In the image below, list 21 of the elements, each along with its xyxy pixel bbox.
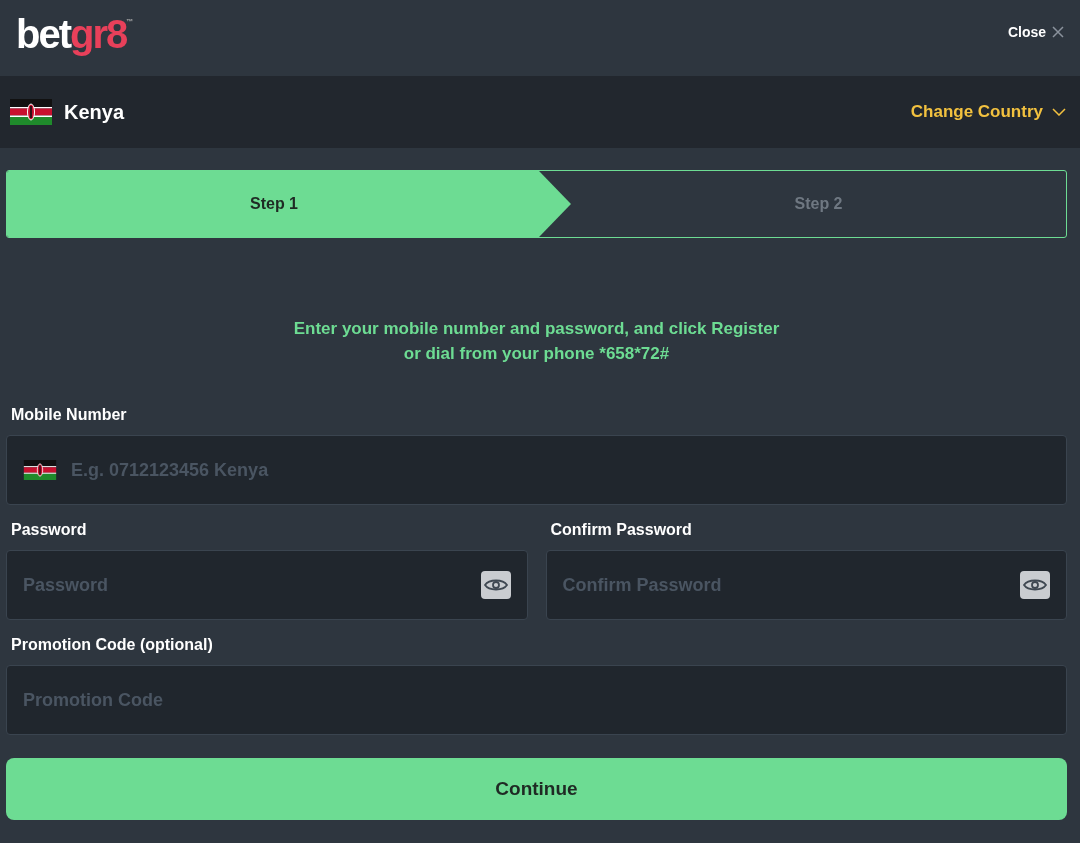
field-label: Mobile Number xyxy=(10,406,128,424)
continue-button[interactable]: Continue xyxy=(6,758,1067,820)
country-name: Kenya xyxy=(64,100,125,124)
chevron-down-icon xyxy=(1052,108,1066,116)
logo-text: gr8 xyxy=(70,11,127,57)
step-tab[interactable]: Step 1 xyxy=(7,171,571,237)
change-country-button[interactable]: Change Country xyxy=(910,102,1066,122)
eye-icon xyxy=(1023,577,1047,593)
show-password-button[interactable] xyxy=(1020,571,1050,599)
close-icon xyxy=(1052,26,1064,38)
field-label: Promotion Code (optional) xyxy=(10,636,214,654)
instruction-text: Enter your mobile number and password, and click Register xyxy=(292,318,781,340)
field-label: Password xyxy=(10,521,88,539)
flag-icon xyxy=(23,460,57,480)
flag-icon xyxy=(10,99,52,125)
eye-icon xyxy=(483,577,508,593)
instruction-text: or dial from your phone *658*72# xyxy=(402,343,671,365)
show-password-button[interactable] xyxy=(480,571,511,599)
logo-text: bet xyxy=(16,11,70,57)
field-label: Confirm Password xyxy=(549,521,693,539)
close-button[interactable]: Close xyxy=(1007,24,1064,40)
